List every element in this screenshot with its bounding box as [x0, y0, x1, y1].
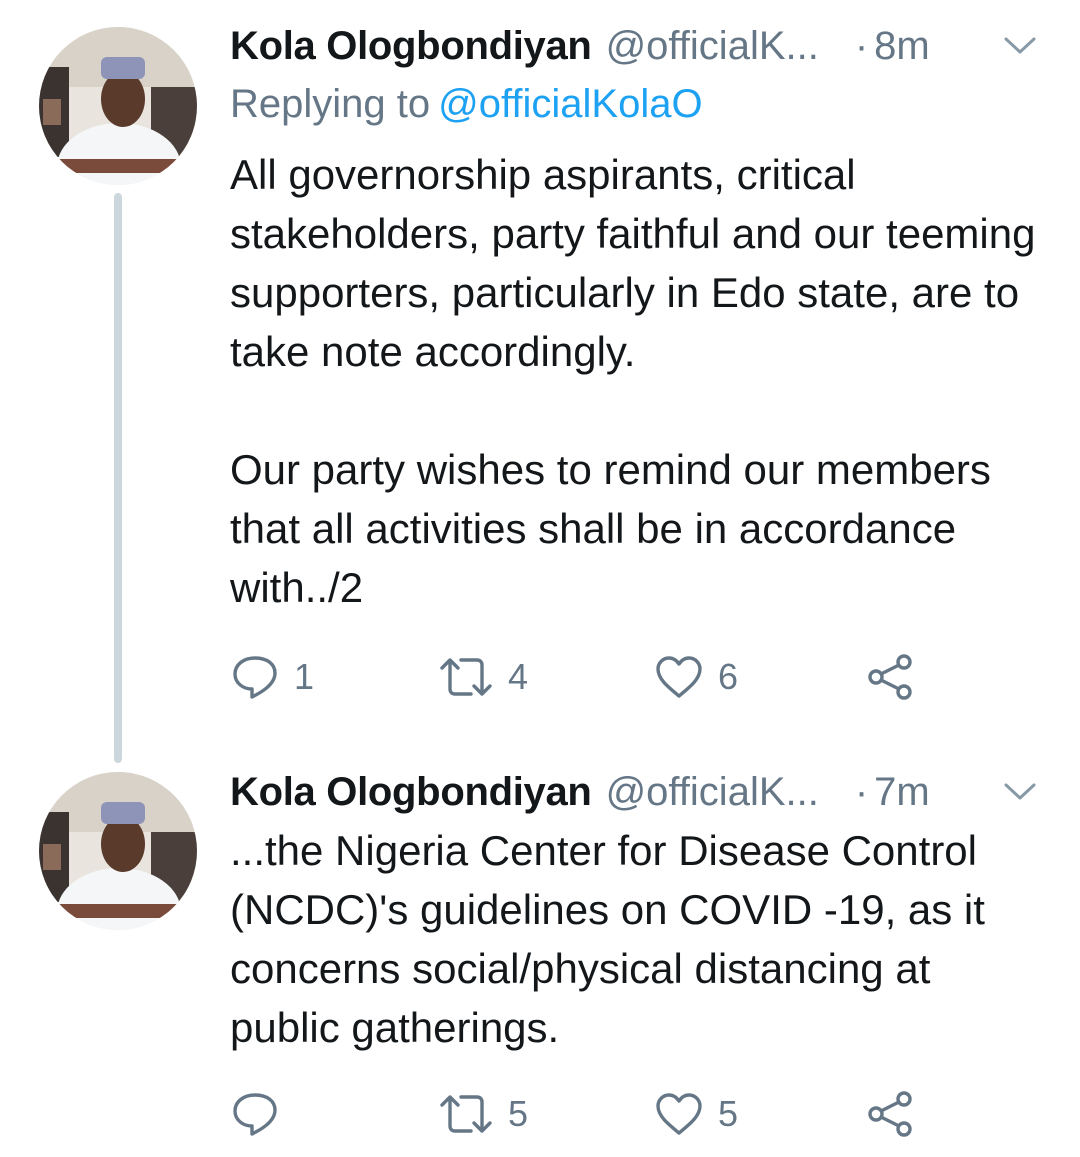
author-handle[interactable]: @officialK...: [606, 24, 819, 69]
share-icon: [866, 1090, 916, 1138]
reply-button[interactable]: [230, 1084, 294, 1144]
separator-dot: ·: [854, 23, 869, 68]
retweet-count: 4: [508, 656, 529, 697]
like-button[interactable]: 6: [654, 647, 738, 707]
separator-dot: ·: [854, 769, 869, 814]
share-button[interactable]: [866, 1084, 916, 1144]
chevron-down-icon[interactable]: [1000, 26, 1040, 66]
retweet-icon: [438, 1092, 494, 1136]
replying-label: Replying to: [230, 82, 431, 126]
replying-to: Replying to @officialKolaO: [230, 82, 703, 127]
share-button[interactable]: [866, 647, 916, 707]
tweet-actions: 5 5: [230, 1084, 930, 1144]
avatar[interactable]: [39, 27, 197, 185]
reply-icon: [230, 1090, 280, 1138]
author-name[interactable]: Kola Ologbondiyan: [230, 770, 592, 815]
heart-icon: [654, 654, 704, 700]
timestamp[interactable]: 7m: [874, 770, 930, 815]
retweet-count: 5: [508, 1093, 529, 1134]
avatar[interactable]: [39, 772, 197, 930]
tweet-header: Kola Ologbondiyan @officialK... · 7m: [230, 764, 1040, 820]
tweet-text: ...the Nigeria Center for Disease Contro…: [230, 827, 985, 1051]
retweet-icon: [438, 655, 494, 699]
author-handle[interactable]: @officialK...: [606, 770, 819, 815]
timestamp[interactable]: 8m: [874, 24, 930, 69]
like-count: 6: [718, 656, 739, 697]
tweet[interactable]: Kola Ologbondiyan @officialK... · 8m Rep…: [0, 0, 1080, 763]
author-name[interactable]: Kola Ologbondiyan: [230, 24, 592, 69]
tweet-actions: 1 4 6: [230, 647, 930, 707]
like-button[interactable]: 5: [654, 1084, 738, 1144]
share-icon: [866, 653, 916, 701]
reply-icon: [230, 653, 280, 701]
replying-handle-link[interactable]: @officialKolaO: [438, 82, 702, 126]
retweet-button[interactable]: 5: [438, 1084, 528, 1144]
tweet-text: All governorship aspirants, critical sta…: [230, 151, 1036, 611]
heart-icon: [654, 1091, 704, 1137]
like-count: 5: [718, 1093, 739, 1134]
thread-line: [114, 193, 122, 763]
chevron-down-icon[interactable]: [1000, 772, 1040, 812]
reply-button[interactable]: 1: [230, 647, 314, 707]
reply-count: 1: [294, 656, 315, 697]
tweet-header: Kola Ologbondiyan @officialK... · 8m: [230, 18, 1040, 74]
tweet[interactable]: Kola Ologbondiyan @officialK... · 7m ...…: [0, 760, 1080, 1157]
retweet-button[interactable]: 4: [438, 647, 528, 707]
